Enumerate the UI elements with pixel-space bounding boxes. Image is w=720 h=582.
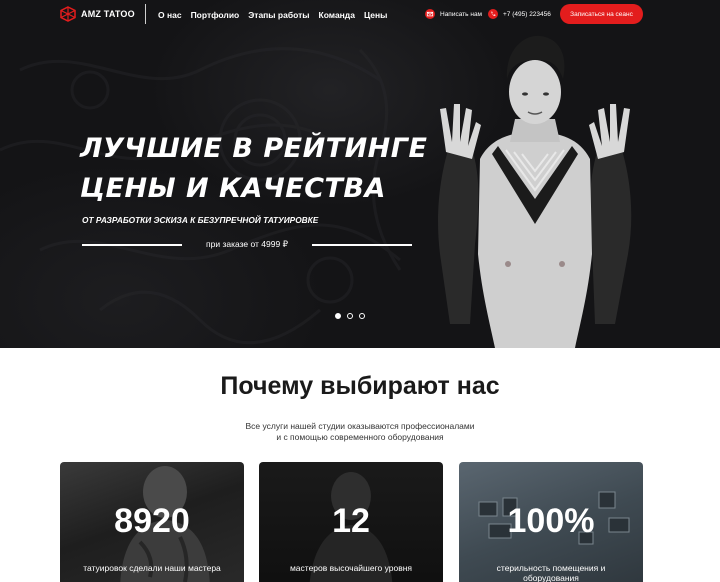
phone-icon xyxy=(488,9,498,19)
header-divider xyxy=(145,4,146,24)
cube-logo-icon xyxy=(60,6,76,22)
nav-item-about[interactable]: О нас xyxy=(158,10,182,20)
section-description: Все услуги нашей студии оказываются проф… xyxy=(0,421,720,443)
stat-caption-line1: мастеров высочайшего уровня xyxy=(289,563,413,573)
slider-dot-2[interactable] xyxy=(347,313,353,319)
stat-caption: мастеров высочайшего уровня xyxy=(259,563,443,573)
write-us-link[interactable]: Написать нам xyxy=(425,9,482,19)
phone-link[interactable]: +7 (495) 223456 xyxy=(488,9,551,19)
book-session-button[interactable]: Записаться на сеанс xyxy=(560,4,643,24)
stat-value: 100% xyxy=(507,502,595,540)
nav-item-team[interactable]: Команда xyxy=(319,10,355,20)
slider-dots xyxy=(335,313,371,319)
stat-caption-line1: татуировок сделали наши мастера xyxy=(83,563,221,573)
price-divider-right xyxy=(312,244,412,246)
stat-caption-line2: оборудования xyxy=(523,573,579,582)
tattoo-model-photo xyxy=(438,35,632,348)
main-nav: О нас Портфолио Этапы работы Команда Цен… xyxy=(158,10,396,20)
hero-title-line1: ЛУЧШИЕ В РЕЙТИНГЕ xyxy=(80,133,428,164)
stat-card-masters: 12 мастеров высочайшего уровня xyxy=(259,462,443,582)
stat-caption-line1: стерильность помещения и xyxy=(496,563,606,573)
site-header: AMZ TATOO О нас Портфолио Этапы работы К… xyxy=(0,0,720,30)
section-title: Почему выбирают нас xyxy=(220,372,500,400)
section-description-line2: и с помощью современного оборудования xyxy=(276,432,444,442)
section-description-line1: Все услуги нашей студии оказываются проф… xyxy=(245,421,475,431)
nav-item-stages[interactable]: Этапы работы xyxy=(248,10,309,20)
hero-banner: AMZ TATOO О нас Портфолио Этапы работы К… xyxy=(0,0,720,348)
write-us-label: Написать нам xyxy=(440,10,483,18)
hero-title-line2: ЦЕНЫ И КАЧЕСТВА xyxy=(80,173,386,204)
stat-value: 12 xyxy=(332,502,370,540)
nav-item-portfolio[interactable]: Портфолио xyxy=(191,10,240,20)
stat-value: 8920 xyxy=(114,502,190,540)
stat-card-tattoos: 8920 татуировок сделали наши мастера xyxy=(60,462,244,582)
stat-caption: татуировок сделали наши мастера xyxy=(60,563,244,573)
nav-item-prices[interactable]: Цены xyxy=(364,10,387,20)
stat-card-sterility: 100% стерильность помещения и оборудован… xyxy=(459,462,643,582)
price-divider-left xyxy=(82,244,182,246)
logo[interactable]: AMZ TATOO xyxy=(60,6,135,22)
hero-price: при заказе от 4999 ₽ xyxy=(206,239,288,249)
phone-number: +7 (495) 223456 xyxy=(503,10,551,18)
slider-dot-3[interactable] xyxy=(359,313,365,319)
stat-caption: стерильность помещения и оборудования xyxy=(459,563,643,582)
logo-text: AMZ TATOO xyxy=(81,9,135,19)
hero-subtitle: ОТ РАЗРАБОТКИ ЭСКИЗА К БЕЗУПРЕЧНОЙ ТАТУИ… xyxy=(82,215,319,225)
mail-icon xyxy=(425,9,435,19)
slider-dot-1[interactable] xyxy=(335,313,341,319)
